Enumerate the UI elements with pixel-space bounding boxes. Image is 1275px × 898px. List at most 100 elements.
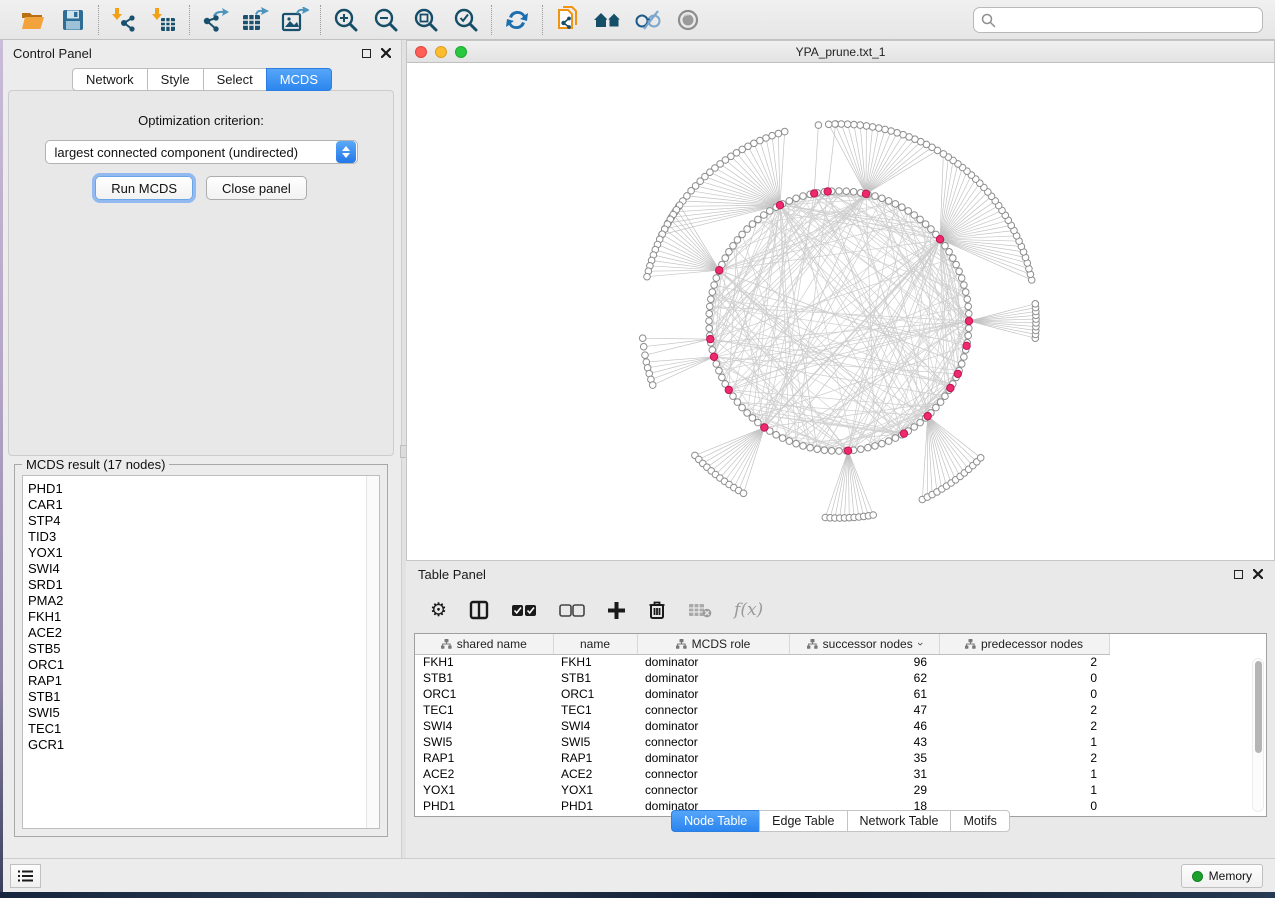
mcds-result-item[interactable]: ACE2 <box>28 625 379 641</box>
network-node[interactable] <box>793 195 800 202</box>
network-node[interactable] <box>964 296 971 303</box>
mcds-list-scrollbar[interactable] <box>366 476 379 828</box>
network-node[interactable] <box>946 249 953 256</box>
network-node[interactable] <box>708 296 715 303</box>
mcds-result-item[interactable]: STB5 <box>28 641 379 657</box>
network-node[interactable] <box>885 198 892 205</box>
table-row[interactable]: ORC1ORC1dominator610 <box>415 686 1109 702</box>
tab-style[interactable]: Style <box>147 68 203 91</box>
network-node[interactable] <box>739 231 746 238</box>
network-node[interactable] <box>958 361 965 368</box>
network-node[interactable] <box>872 193 879 200</box>
network-node[interactable] <box>917 216 924 223</box>
table-row[interactable]: YOX1YOX1connector291 <box>415 782 1109 798</box>
zoom-out-icon[interactable] <box>371 5 401 35</box>
network-titlebar[interactable]: YPA_prune.txt_1 <box>407 41 1274 63</box>
network-node[interactable] <box>1032 301 1039 308</box>
mcds-result-item[interactable]: ORC1 <box>28 657 379 673</box>
network-node[interactable] <box>844 121 851 128</box>
network-node[interactable] <box>730 393 737 400</box>
network-node[interactable] <box>885 438 892 445</box>
mcds-network-node[interactable] <box>707 335 714 342</box>
export-table-icon[interactable] <box>240 5 270 35</box>
network-node[interactable] <box>828 448 835 455</box>
network-node[interactable] <box>793 440 800 447</box>
mcds-result-item[interactable]: STP4 <box>28 513 379 529</box>
network-node[interactable] <box>825 121 832 128</box>
network-node[interactable] <box>958 275 965 282</box>
run-mcds-button[interactable]: Run MCDS <box>95 176 193 200</box>
network-node[interactable] <box>709 289 716 296</box>
tab-network[interactable]: Network <box>72 68 147 91</box>
network-node[interactable] <box>740 490 747 497</box>
mcds-network-node[interactable] <box>954 370 961 377</box>
close-panel-button[interactable]: Close panel <box>206 176 307 200</box>
mcds-network-node[interactable] <box>936 236 943 243</box>
column-header-MCDS-role[interactable]: MCDS role <box>637 634 789 654</box>
show-graphics-details-icon[interactable] <box>673 5 703 35</box>
network-node[interactable] <box>781 128 788 135</box>
network-node[interactable] <box>707 303 714 310</box>
network-node[interactable] <box>836 188 843 195</box>
export-image-icon[interactable] <box>280 5 310 35</box>
mcds-result-item[interactable]: PHD1 <box>28 481 379 497</box>
float-window-icon[interactable] <box>362 49 371 58</box>
select-all-icon[interactable] <box>511 604 537 617</box>
network-node[interactable] <box>815 122 822 129</box>
close-panel-icon[interactable] <box>1253 569 1263 579</box>
network-node[interactable] <box>713 275 720 282</box>
network-node[interactable] <box>922 221 929 228</box>
tab-edge-table[interactable]: Edge Table <box>759 810 846 832</box>
mcds-result-item[interactable]: GCR1 <box>28 737 379 753</box>
network-node[interactable] <box>749 221 756 228</box>
network-node[interactable] <box>719 374 726 381</box>
network-node[interactable] <box>905 208 912 215</box>
column-header-successor-nodes[interactable]: successor nodes› <box>789 634 939 654</box>
network-node[interactable] <box>649 382 656 389</box>
mcds-network-node[interactable] <box>965 317 972 324</box>
apply-layout-icon[interactable] <box>502 5 532 35</box>
network-node[interactable] <box>786 438 793 445</box>
network-node[interactable] <box>879 195 886 202</box>
network-node[interactable] <box>865 444 872 451</box>
table-row[interactable]: FKH1FKH1dominator962 <box>415 654 1109 670</box>
mcds-network-node[interactable] <box>776 202 783 209</box>
mcds-result-item[interactable]: SWI5 <box>28 705 379 721</box>
table-scrollbar-thumb[interactable] <box>1255 661 1262 753</box>
column-header-name[interactable]: name <box>553 634 637 654</box>
mcds-network-node[interactable] <box>710 353 717 360</box>
mcds-result-item[interactable]: YOX1 <box>28 545 379 561</box>
table-row[interactable]: SWI4SWI4dominator462 <box>415 718 1109 734</box>
network-node[interactable] <box>966 310 973 317</box>
table-options-gear-icon[interactable]: ⚙ <box>430 601 447 620</box>
network-node[interactable] <box>928 226 935 233</box>
network-node[interactable] <box>744 410 751 417</box>
network-node[interactable] <box>744 226 751 233</box>
network-node[interactable] <box>706 318 713 325</box>
network-node[interactable] <box>779 435 786 442</box>
network-node[interactable] <box>961 354 968 361</box>
mcds-network-node[interactable] <box>811 190 818 197</box>
mcds-result-item[interactable]: TEC1 <box>28 721 379 737</box>
network-node[interactable] <box>775 130 782 137</box>
network-node[interactable] <box>961 282 968 289</box>
network-node[interactable] <box>716 367 723 374</box>
network-node[interactable] <box>876 125 883 132</box>
tab-mcds[interactable]: MCDS <box>266 68 332 91</box>
network-node[interactable] <box>807 444 814 451</box>
network-node[interactable] <box>940 151 947 158</box>
network-node[interactable] <box>966 325 973 332</box>
network-node[interactable] <box>767 208 774 215</box>
share-document-icon[interactable] <box>553 5 583 35</box>
mcds-result-item[interactable]: FKH1 <box>28 609 379 625</box>
add-column-icon[interactable] <box>607 601 626 620</box>
mcds-result-item[interactable]: CAR1 <box>28 497 379 513</box>
tab-motifs[interactable]: Motifs <box>950 810 1009 832</box>
network-overview-icon[interactable] <box>593 5 623 35</box>
network-node[interactable] <box>965 303 972 310</box>
zoom-in-icon[interactable] <box>331 5 361 35</box>
network-node[interactable] <box>713 361 720 368</box>
network-node[interactable] <box>726 249 733 256</box>
export-network-icon[interactable] <box>200 5 230 35</box>
network-node[interactable] <box>640 343 647 350</box>
